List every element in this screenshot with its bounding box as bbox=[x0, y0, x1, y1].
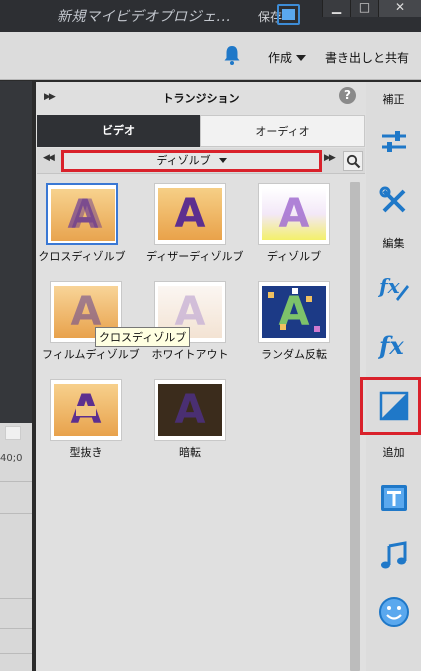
fx-edit-icon[interactable]: fx bbox=[378, 271, 410, 303]
title-bar: 新規マイビデオプロジェ... 保存 ▁ □ ✕ bbox=[0, 0, 421, 32]
transition-thumbnail: A A bbox=[46, 183, 118, 245]
transition-label: クロスディゾルブ bbox=[38, 250, 126, 263]
close-button[interactable]: ✕ bbox=[378, 0, 421, 17]
add-section-label: 追加 bbox=[382, 446, 405, 459]
timeline-strip: 40;0 bbox=[0, 81, 32, 671]
transition-item[interactable]: A 型抜き bbox=[42, 379, 130, 460]
transition-item[interactable]: A ディゾルブ bbox=[250, 183, 338, 264]
monitor-icon[interactable] bbox=[277, 4, 300, 25]
track-divider bbox=[0, 513, 32, 514]
track-divider bbox=[0, 598, 32, 599]
right-rail: 補正 編集 fx fx 追加 bbox=[360, 82, 421, 671]
create-menu-button[interactable]: 作成 bbox=[268, 49, 307, 66]
chevron-down-icon bbox=[218, 158, 227, 163]
fx-icon[interactable]: fx bbox=[378, 330, 410, 362]
transition-item[interactable]: A A クロスディゾルブ bbox=[38, 183, 126, 264]
next-category-icon[interactable]: ▶▶ bbox=[324, 153, 336, 163]
transition-item[interactable]: A フィルムディゾルブ bbox=[42, 281, 140, 362]
transition-label: 型抜き bbox=[69, 446, 103, 459]
svg-text:fx: fx bbox=[378, 274, 401, 298]
transition-label: ホワイトアウト bbox=[151, 348, 229, 361]
edit-section-label: 編集 bbox=[382, 237, 405, 250]
smiley-icon[interactable] bbox=[378, 596, 410, 628]
help-icon[interactable]: ? bbox=[339, 87, 356, 104]
timeline-view-toggle[interactable] bbox=[5, 426, 21, 440]
transitions-panel: ▶▶ トランジション ? ビデオ オーディオ ◀◀ ディゾルブ ▶▶ A A ク… bbox=[36, 82, 366, 671]
create-label: 作成 bbox=[268, 51, 293, 65]
transition-tabs: ビデオ オーディオ bbox=[37, 115, 365, 147]
transition-thumbnail: A bbox=[258, 183, 330, 245]
top-toolbar: 作成 書き出しと共有 bbox=[0, 32, 421, 80]
panel-header: ▶▶ トランジション ? bbox=[36, 82, 366, 114]
timecode: 40;0 bbox=[0, 453, 23, 464]
tooltip: クロスディゾルブ bbox=[95, 327, 191, 347]
tab-video[interactable]: ビデオ bbox=[37, 115, 200, 147]
transition-label: フィルムディゾルブ bbox=[42, 348, 140, 361]
chevron-down-icon bbox=[296, 55, 307, 61]
transition-icon[interactable] bbox=[378, 390, 410, 422]
transition-label: ランダム反転 bbox=[261, 348, 327, 361]
tools-icon[interactable] bbox=[378, 185, 410, 217]
search-icon bbox=[346, 154, 361, 169]
export-share-button[interactable]: 書き出しと共有 bbox=[325, 49, 409, 66]
transition-item[interactable]: A ランダム反転 bbox=[250, 281, 338, 362]
panel-title: トランジション bbox=[162, 92, 240, 105]
maximize-button[interactable]: □ bbox=[350, 0, 378, 17]
minimize-button[interactable]: ▁ bbox=[322, 0, 350, 17]
transition-item[interactable]: A 暗転 bbox=[146, 379, 234, 460]
transition-thumbnail: A bbox=[154, 183, 226, 245]
adjust-section-label: 補正 bbox=[382, 93, 405, 106]
transition-grid: A A クロスディゾルブ A ディザーディゾルブ A ディゾルブ A フィルムデ… bbox=[36, 175, 348, 671]
transition-label: ディゾルブ bbox=[266, 250, 322, 263]
adjust-sliders-icon[interactable] bbox=[378, 126, 410, 158]
timeline-area[interactable]: 40;0 bbox=[0, 423, 32, 671]
category-dropdown[interactable]: ディゾルブ bbox=[61, 150, 322, 172]
transition-thumbnail: A bbox=[50, 379, 122, 441]
project-title: 新規マイビデオプロジェ... bbox=[57, 9, 232, 25]
transition-item[interactable]: A ディザーディゾルブ bbox=[146, 183, 244, 264]
title-text-icon[interactable] bbox=[378, 482, 410, 514]
track-divider bbox=[0, 628, 32, 629]
scrollbar[interactable] bbox=[350, 182, 360, 671]
track-divider bbox=[0, 481, 32, 482]
transition-label: 暗転 bbox=[179, 446, 201, 459]
music-note-icon[interactable] bbox=[378, 540, 410, 572]
transition-item[interactable]: A ホワイトアウト bbox=[146, 281, 234, 362]
category-row: ◀◀ ディゾルブ ▶▶ bbox=[37, 148, 365, 174]
transition-thumbnail: A bbox=[258, 281, 330, 343]
previous-category-icon[interactable]: ◀◀ bbox=[43, 153, 55, 163]
search-button[interactable] bbox=[343, 151, 363, 171]
track-divider bbox=[0, 653, 32, 654]
svg-text:fx: fx bbox=[378, 331, 404, 360]
transition-thumbnail: A bbox=[154, 379, 226, 441]
category-label: ディゾルブ bbox=[156, 154, 211, 167]
transition-label: ディザーディゾルブ bbox=[146, 250, 244, 263]
notification-bell-icon[interactable] bbox=[223, 45, 241, 65]
tab-audio[interactable]: オーディオ bbox=[200, 115, 365, 147]
